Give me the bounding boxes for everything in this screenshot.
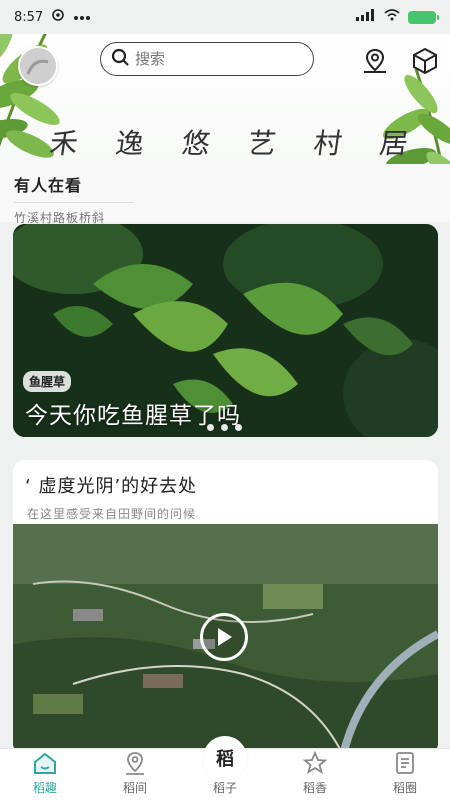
battery-icon <box>408 10 439 24</box>
location-icon <box>126 752 144 775</box>
watching-section: 有人在看 竹溪村路板桥斜 <box>0 164 450 225</box>
nav-item-daoxiang[interactable]: 稻香 <box>280 750 350 796</box>
avatar[interactable] <box>18 46 58 86</box>
carousel-dot[interactable] <box>235 424 242 431</box>
calligraphy-banner: 禾 逸 悠 艺 村 居 <box>47 122 413 162</box>
carousel-dots[interactable] <box>207 424 242 431</box>
nav-label: 稻子 <box>212 781 237 795</box>
star-icon <box>302 750 328 774</box>
weibo-icon <box>51 8 65 26</box>
status-time: 8:57 <box>14 9 44 25</box>
calligraphy-char: 村 <box>311 127 347 160</box>
nav-label: 稻趣 <box>32 781 57 795</box>
map-pin-icon[interactable] <box>360 46 390 76</box>
play-icon <box>218 628 232 646</box>
divider <box>14 202 134 203</box>
search-icon <box>111 48 129 70</box>
note-icon <box>396 752 414 774</box>
wifi-icon <box>384 9 400 25</box>
status-bar: 8:57 <box>0 0 450 34</box>
center-logo[interactable]: 稻 <box>203 736 247 780</box>
calligraphy-char: 悠 <box>179 127 215 160</box>
cube-icon[interactable] <box>410 46 440 76</box>
calligraphy-char: 逸 <box>113 127 149 160</box>
play-button[interactable] <box>200 613 248 661</box>
search-input[interactable] <box>135 50 295 68</box>
more-dots-icon <box>73 10 91 25</box>
calligraphy-char: 禾 <box>47 127 83 160</box>
idle-spot-card[interactable]: ‘ 虚度光阴’的好去处 在这里感受来自田野间的问候 <box>13 460 438 755</box>
feature-card[interactable]: 鱼腥草 今天你吃鱼腥草了吗 <box>13 224 438 437</box>
header: 禾 逸 悠 艺 村 居 <box>0 34 450 164</box>
idle-spot-title: ‘ 虚度光阴’的好去处 <box>25 476 198 497</box>
carousel-dot[interactable] <box>221 424 228 431</box>
idle-spot-subtitle: 在这里感受来自田野间的问候 <box>27 507 197 521</box>
nav-item-daoqu[interactable]: 稻趣 <box>10 750 80 796</box>
nav-label: 稻香 <box>302 781 327 795</box>
watching-title: 有人在看 <box>14 176 83 195</box>
nav-label: 稻圈 <box>392 781 417 795</box>
calligraphy-char: 居 <box>377 127 413 160</box>
calligraphy-char: 艺 <box>245 127 281 160</box>
nav-label: 稻间 <box>122 781 147 795</box>
search-bar[interactable] <box>100 42 314 76</box>
feature-tag[interactable]: 鱼腥草 <box>23 371 72 392</box>
nav-item-daojian[interactable]: 稻间 <box>100 750 170 796</box>
nav-item-daoquan[interactable]: 稻圈 <box>370 750 440 796</box>
signal-icon <box>356 9 376 25</box>
carousel-dot[interactable] <box>207 424 214 431</box>
home-icon <box>34 752 56 774</box>
